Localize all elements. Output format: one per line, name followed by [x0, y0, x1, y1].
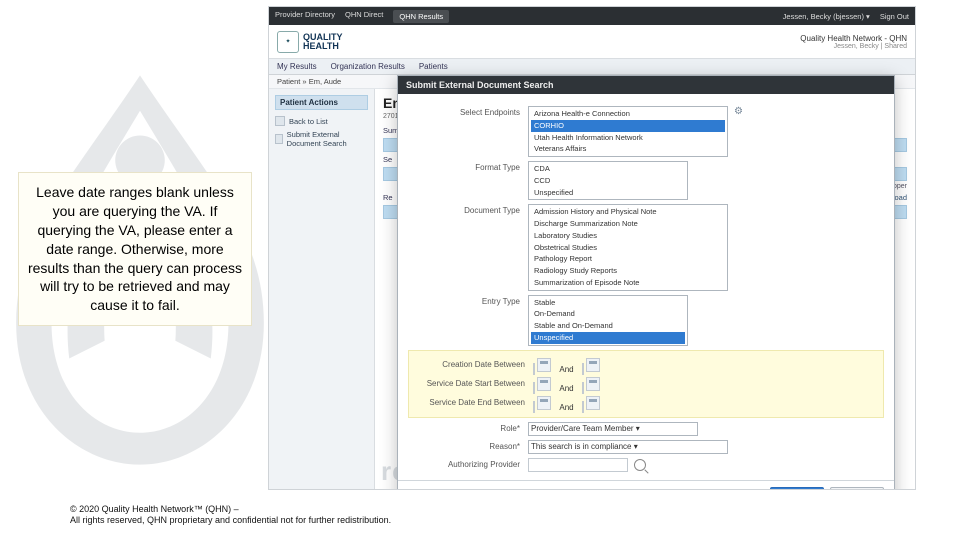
format-option-unspecified[interactable]: Unspecified: [531, 187, 685, 199]
sidebar-back-to-list[interactable]: Back to List: [275, 114, 368, 128]
org-name: Quality Health Network - QHN: [800, 34, 907, 43]
label-role: Role*: [408, 422, 528, 434]
label-format-type: Format Type: [408, 161, 528, 173]
tab-patients[interactable]: Patients: [419, 62, 448, 71]
format-option-cda[interactable]: CDA: [531, 163, 685, 175]
copyright-footer: © 2020 Quality Health Network™ (QHN) – A…: [70, 504, 391, 527]
secondary-tabs: My Results Organization Results Patients: [269, 59, 915, 75]
doctype-option-5[interactable]: Radiology Study Reports: [531, 265, 725, 277]
endpoint-option-utah[interactable]: Utah Health Information Network: [531, 132, 725, 144]
section-label: Se: [383, 155, 392, 164]
entry-option-ondemand[interactable]: On-Demand: [531, 308, 685, 320]
external-search-modal: Submit External Document Search Select E…: [397, 75, 895, 490]
authorizing-provider-input[interactable]: [528, 458, 628, 472]
calendar-icon[interactable]: [586, 377, 600, 391]
modal-title: Submit External Document Search: [398, 76, 894, 94]
submit-button[interactable]: Submit: [770, 487, 824, 491]
sidebar-submit-external-search[interactable]: Submit External Document Search: [275, 128, 368, 150]
label-endpoints: Select Endpoints: [408, 106, 528, 118]
label-entry-type: Entry Type: [408, 295, 528, 307]
document-icon: [275, 134, 283, 144]
calendar-icon[interactable]: [586, 358, 600, 372]
creation-date-to[interactable]: [582, 363, 584, 375]
patient-sidebar: Patient Actions Back to List Submit Exte…: [269, 89, 375, 489]
label-creation-date: Creation Date Between: [413, 358, 533, 370]
logo-text-bottom: HEALTH: [303, 41, 339, 51]
sidebar-heading: Patient Actions: [275, 95, 368, 110]
label-service-start: Service Date Start Between: [413, 377, 533, 389]
doctype-option-3[interactable]: Obstetrical Studies: [531, 242, 725, 254]
calendar-icon[interactable]: [537, 358, 551, 372]
gear-icon[interactable]: ⚙: [734, 106, 743, 117]
calendar-icon[interactable]: [537, 396, 551, 410]
format-type-listbox[interactable]: CDA CCD Unspecified: [528, 161, 688, 200]
and-text-1: And: [559, 365, 573, 374]
instruction-callout: Leave date ranges blank unless you are q…: [18, 172, 252, 326]
footer-line-2: All rights reserved, QHN proprietary and…: [70, 515, 391, 526]
footer-line-1: © 2020 Quality Health Network™ (QHN) –: [70, 504, 391, 515]
service-start-to[interactable]: [582, 382, 584, 394]
doctype-option-4[interactable]: Pathology Report: [531, 253, 725, 265]
modal-footer: Submit Cancel: [398, 480, 894, 491]
top-nav-bar: Provider Directory QHN Direct QHN Result…: [269, 7, 915, 25]
service-end-from[interactable]: [533, 401, 535, 413]
calendar-icon[interactable]: [537, 377, 551, 391]
endpoint-option-va[interactable]: Veterans Affairs: [531, 143, 725, 155]
and-text-2: And: [559, 384, 573, 393]
records-label: Re: [383, 193, 393, 202]
label-service-end: Service Date End Between: [413, 396, 533, 408]
user-menu[interactable]: Jessen, Becky (bjessen) ▾: [783, 12, 870, 21]
label-authorizing-provider: Authorizing Provider: [408, 458, 528, 470]
role-select[interactable]: Provider/Care Team Member ▾: [528, 422, 698, 436]
document-type-listbox[interactable]: Admission History and Physical Note Disc…: [528, 204, 728, 290]
topnav-item-qhn-results[interactable]: QHN Results: [393, 10, 449, 23]
doctype-option-1[interactable]: Discharge Summarization Note: [531, 218, 725, 230]
back-icon: [275, 116, 285, 126]
reason-select[interactable]: This search is in compliance ▾: [528, 440, 728, 454]
application-window: Provider Directory QHN Direct QHN Result…: [268, 6, 916, 490]
entry-type-listbox[interactable]: Stable On-Demand Stable and On-Demand Un…: [528, 295, 688, 346]
entry-option-stable[interactable]: Stable: [531, 297, 685, 309]
sidebar-submit-label: Submit External Document Search: [287, 130, 368, 148]
service-end-to[interactable]: [582, 401, 584, 413]
entry-option-both[interactable]: Stable and On-Demand: [531, 320, 685, 332]
calendar-icon[interactable]: [586, 396, 600, 410]
logo-icon: ✦: [277, 31, 299, 53]
topnav-item-qhn-direct[interactable]: QHN Direct: [345, 10, 383, 23]
format-option-ccd[interactable]: CCD: [531, 175, 685, 187]
org-subtext: Jessen, Becky | Shared: [800, 43, 907, 50]
creation-date-from[interactable]: [533, 363, 535, 375]
and-text-3: And: [559, 403, 573, 412]
search-icon[interactable]: [634, 459, 646, 471]
endpoint-option-arizona[interactable]: Arizona Health-e Connection: [531, 108, 725, 120]
doctype-option-0[interactable]: Admission History and Physical Note: [531, 206, 725, 218]
qhn-logo: ✦ QUALITYHEALTH: [277, 31, 343, 53]
date-range-highlight: Creation Date Between And Service Date S…: [408, 350, 884, 418]
topnav-item-provider-directory[interactable]: Provider Directory: [275, 10, 335, 23]
label-document-type: Document Type: [408, 204, 528, 216]
endpoint-option-corhio[interactable]: CORHIO: [531, 120, 725, 132]
cancel-button[interactable]: Cancel: [830, 487, 884, 491]
tab-my-results[interactable]: My Results: [277, 62, 317, 71]
doctype-option-2[interactable]: Laboratory Studies: [531, 230, 725, 242]
sidebar-back-label: Back to List: [289, 117, 328, 126]
signout-link[interactable]: Sign Out: [880, 12, 909, 21]
doctype-option-6[interactable]: Summarization of Episode Note: [531, 277, 725, 289]
tab-organization-results[interactable]: Organization Results: [331, 62, 405, 71]
endpoints-listbox[interactable]: Arizona Health-e Connection CORHIO Utah …: [528, 106, 728, 157]
label-reason: Reason*: [408, 440, 528, 452]
service-start-from[interactable]: [533, 382, 535, 394]
entry-option-unspecified[interactable]: Unspecified: [531, 332, 685, 344]
app-header: ✦ QUALITYHEALTH Quality Health Network -…: [269, 25, 915, 59]
